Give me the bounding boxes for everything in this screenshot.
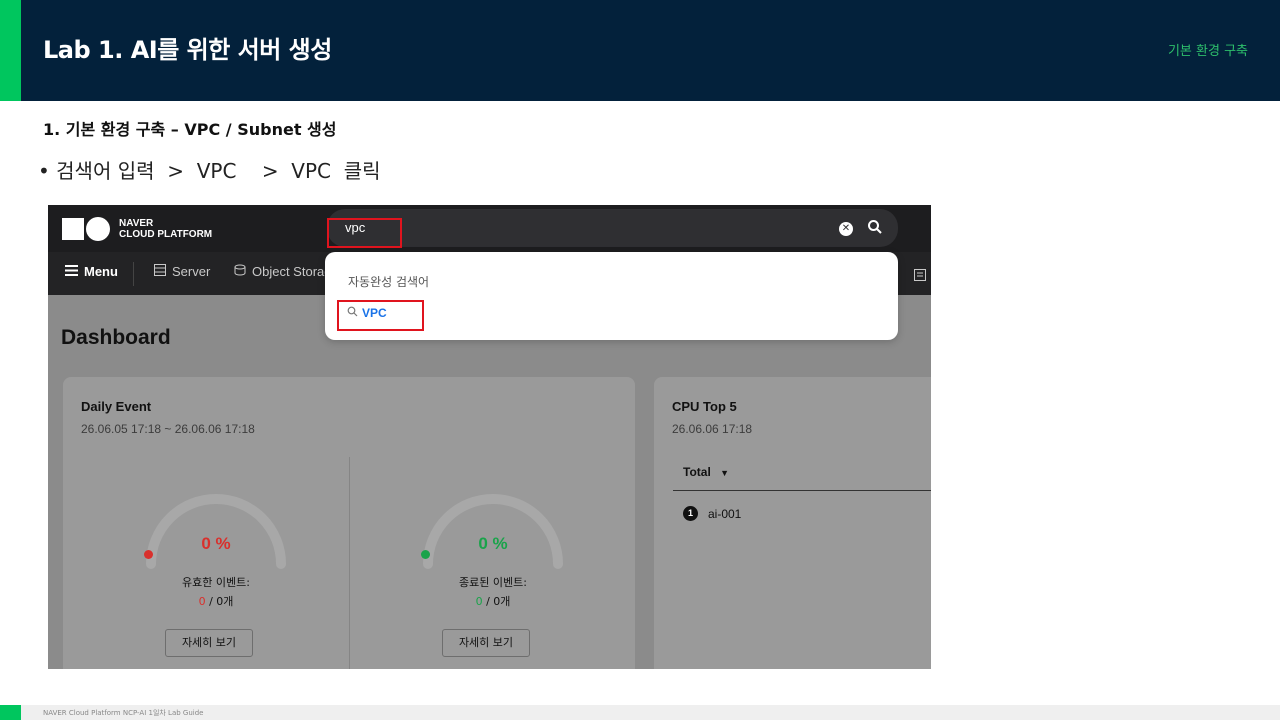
cpu-top5-card: CPU Top 5 26.06.06 17:18 Total ▼ 1 ai-00… xyxy=(654,377,931,669)
nav-server-label: Server xyxy=(172,264,211,279)
valid-event-gauge-arc xyxy=(146,494,286,569)
valid-event-percent: 0 % xyxy=(201,534,231,553)
valid-event-label: 유효한 이벤트: xyxy=(182,576,250,589)
nav-divider xyxy=(133,262,134,286)
cpu-top5-title: CPU Top 5 xyxy=(672,399,737,414)
daily-event-title: Daily Event xyxy=(81,399,152,414)
clear-icon[interactable]: ✕ xyxy=(839,222,853,236)
logo-text: NAVER CLOUD PLATFORM xyxy=(119,218,212,240)
cpu-rank-row[interactable]: 1 ai-001 xyxy=(683,506,741,521)
menu-button[interactable]: Menu xyxy=(65,264,118,279)
nav-object-storage-label: Object Storag xyxy=(252,264,332,279)
daily-event-range: 26.06.05 17:18 ~ 26.06.06 17:18 xyxy=(81,422,255,436)
nav-item-server[interactable]: Server xyxy=(154,264,210,279)
search-icon[interactable] xyxy=(867,219,883,239)
daily-event-card: Daily Event 26.06.05 17:18 ~ 26.06.06 17… xyxy=(63,377,635,669)
header-accent-bar xyxy=(0,0,21,101)
slide-title: Lab 1. AI를 위한 서버 생성 xyxy=(43,36,332,64)
instruction-bullet: • 검색어 입력 > VPC > VPC 클릭 xyxy=(38,159,381,183)
slide-section-label: 기본 환경 구축 xyxy=(1167,44,1248,59)
menu-label: Menu xyxy=(84,264,118,279)
done-event-count-total: / 0개 xyxy=(482,595,511,608)
dashboard-title: Dashboard xyxy=(61,326,171,349)
done-event-count: 0 / 0개 xyxy=(418,593,568,609)
autocomplete-highlight-box xyxy=(337,300,424,331)
total-dropdown[interactable]: Total ▼ xyxy=(683,465,729,479)
section-heading: 1. 기본 환경 구축 – VPC / Subnet 생성 xyxy=(43,120,337,139)
cpu-top5-time: 26.06.06 17:18 xyxy=(672,422,753,436)
caret-down-icon: ▼ xyxy=(720,468,730,478)
naver-cloud-logo[interactable]: NAVER CLOUD PLATFORM xyxy=(62,217,212,241)
console-screenshot: NAVER CLOUD PLATFORM vpc ✕ Menu Server O… xyxy=(48,205,931,669)
search-highlight-box xyxy=(327,218,402,248)
card-divider xyxy=(349,457,350,669)
total-dropdown-label: Total xyxy=(683,465,711,479)
storage-icon xyxy=(234,264,246,279)
hamburger-icon xyxy=(65,264,78,279)
nav-item-object-storage[interactable]: Object Storag xyxy=(234,264,332,279)
done-event-percent: 0 % xyxy=(478,534,508,553)
rank-server-name: ai-001 xyxy=(708,506,742,521)
notice-icon[interactable] xyxy=(914,266,926,285)
logo-circle-icon xyxy=(86,217,110,241)
done-event-gauge: 0 % 종료된 이벤트: 0 / 0개 자세히 보기 xyxy=(418,489,568,657)
done-event-detail-button[interactable]: 자세히 보기 xyxy=(442,629,530,657)
valid-event-count-value: 0 xyxy=(198,595,206,608)
rank-badge: 1 xyxy=(683,506,698,521)
valid-event-gauge: 0 % 유효한 이벤트: 0 / 0개 자세히 보기 xyxy=(141,489,291,657)
logo-text-line1: NAVER xyxy=(119,218,154,229)
valid-event-detail-button[interactable]: 자세히 보기 xyxy=(165,629,253,657)
footer-accent-bar xyxy=(0,705,21,720)
done-event-gauge-arc xyxy=(423,494,563,569)
autocomplete-popup: 자동완성 검색어 VPC xyxy=(325,252,898,340)
logo-square-icon xyxy=(62,218,84,240)
done-event-label: 종료된 이벤트: xyxy=(459,576,527,589)
table-header-line xyxy=(673,490,931,491)
logo-text-line2: CLOUD PLATFORM xyxy=(119,229,213,240)
footer-text: NAVER Cloud Platform NCP-AI 1일차 Lab Guid… xyxy=(43,709,204,717)
console-topbar: NAVER CLOUD PLATFORM vpc ✕ xyxy=(48,205,931,252)
done-event-count-value: 0 xyxy=(475,595,483,608)
slide-header: Lab 1. AI를 위한 서버 생성 기본 환경 구축 xyxy=(0,0,1280,101)
slide-footer: NAVER Cloud Platform NCP-AI 1일차 Lab Guid… xyxy=(0,705,1280,720)
server-icon xyxy=(154,264,166,279)
valid-event-count-total: / 0개 xyxy=(205,595,234,608)
valid-event-count: 0 / 0개 xyxy=(141,593,291,609)
autocomplete-title: 자동완성 검색어 xyxy=(348,275,430,289)
global-search-bar[interactable]: vpc ✕ xyxy=(327,209,898,248)
